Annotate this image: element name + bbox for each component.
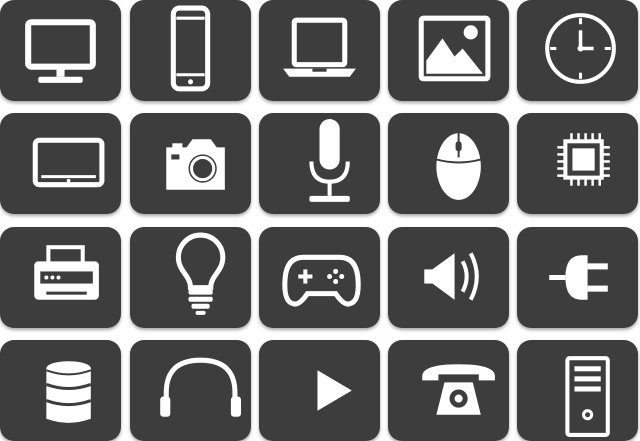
tile-speaker	[388, 227, 509, 328]
tile-laptop	[259, 0, 380, 101]
tablet-icon	[32, 137, 105, 188]
tile-headphones	[130, 340, 251, 441]
printer-icon	[34, 245, 99, 300]
tile-monitor	[0, 0, 121, 101]
telephone-icon	[422, 364, 495, 415]
cpu-chip-icon	[557, 133, 610, 186]
tile-microphone	[259, 113, 380, 214]
headphones-icon	[160, 357, 241, 417]
tile-camera	[130, 113, 251, 214]
smartphone-icon	[170, 5, 211, 92]
icon-grid	[0, 0, 640, 441]
tile-image	[388, 0, 509, 101]
tile-clock	[517, 0, 638, 101]
image-icon	[418, 15, 491, 82]
tile-telephone	[388, 340, 509, 441]
tile-smartphone	[130, 0, 251, 101]
microphone-icon	[309, 119, 350, 202]
monitor-icon	[25, 19, 96, 83]
power-plug-icon	[549, 255, 608, 300]
light-bulb-icon	[175, 232, 226, 315]
clock-icon	[545, 13, 616, 84]
desktop-tower-icon	[565, 356, 610, 437]
camera-icon	[166, 139, 225, 190]
tile-desktop-tower	[517, 340, 638, 441]
play-icon	[317, 370, 352, 411]
tile-power-plug	[517, 227, 638, 328]
tile-printer	[0, 227, 121, 328]
speaker-volume-icon	[424, 252, 479, 301]
mouse-icon	[436, 133, 482, 200]
laptop-icon	[283, 17, 356, 77]
tile-mouse	[388, 113, 509, 214]
tile-database	[0, 340, 121, 441]
tile-play	[259, 340, 380, 441]
game-controller-icon	[282, 254, 361, 307]
database-icon	[45, 361, 92, 423]
tile-cpu-chip	[517, 113, 638, 214]
tile-game-controller	[259, 227, 380, 328]
tile-tablet	[0, 113, 121, 214]
tile-light-bulb	[130, 227, 251, 328]
